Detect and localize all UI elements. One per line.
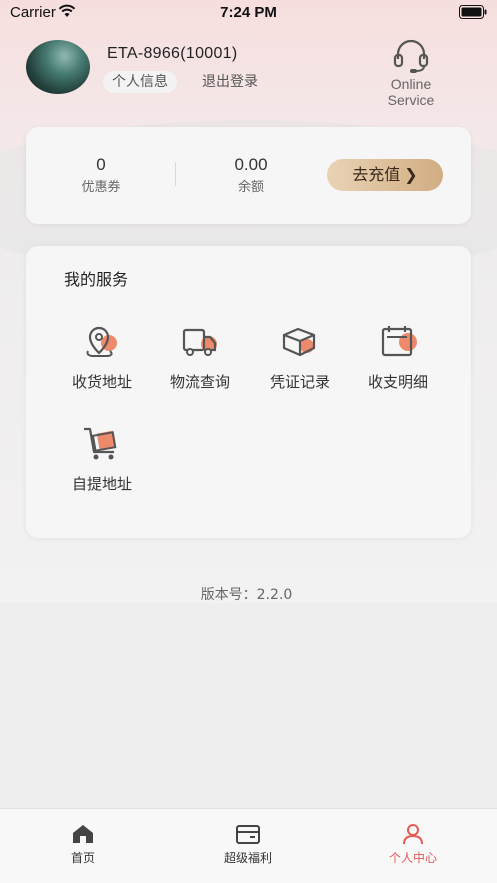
- status-bar: Carrier 7:24 PM: [0, 0, 497, 26]
- service-item-transactions[interactable]: 收支明细: [350, 324, 446, 392]
- tab-label: 个人中心: [388, 851, 437, 865]
- wallet-icon: [236, 825, 260, 844]
- services-title: 我的服务: [64, 270, 129, 289]
- service-item-label: 物流查询: [169, 373, 230, 391]
- tab-label: 超级福利: [223, 851, 272, 865]
- home-icon: [73, 825, 93, 843]
- personal-info-button[interactable]: 个人信息: [103, 71, 177, 93]
- wallet-divider: [175, 162, 176, 186]
- coupon-stat[interactable]: 0 优惠券: [66, 155, 136, 198]
- service-item-label: 收支明细: [367, 373, 428, 391]
- service-item-logistics[interactable]: 物流查询: [152, 324, 248, 392]
- balance-value: 0.00: [234, 155, 268, 174]
- service-item-label: 凭证记录: [269, 373, 330, 391]
- version-label: 版本号：2.2.0: [200, 587, 293, 603]
- tab-label: 首页: [70, 851, 95, 865]
- headset-icon: [393, 39, 429, 73]
- tab-profile[interactable]: 个人中心: [368, 823, 458, 866]
- recharge-button[interactable]: 去充值 ❯: [327, 159, 443, 191]
- box-icon: [282, 327, 316, 357]
- service-label-line1: Online: [390, 76, 432, 92]
- username: ETA-8966(10001): [107, 45, 238, 62]
- battery-icon: [459, 5, 487, 19]
- tab-bar: 首页 超级福利 个人中心: [0, 808, 497, 883]
- service-item-label: 自提地址: [71, 475, 132, 493]
- cart-icon: [84, 427, 117, 460]
- wallet-card: 0 优惠券 0.00 余额 去充值 ❯: [26, 127, 471, 224]
- avatar[interactable]: [26, 40, 90, 94]
- tab-welfare[interactable]: 超级福利: [203, 823, 293, 866]
- logout-button[interactable]: 退出登录: [202, 71, 258, 93]
- location-icon: [86, 326, 117, 357]
- truck-icon: [182, 328, 217, 356]
- service-item-label: 收货地址: [71, 373, 132, 391]
- service-item-pickup[interactable]: 自提地址: [54, 424, 150, 494]
- balance-label: 余额: [237, 180, 264, 195]
- user-icon: [403, 824, 423, 845]
- recharge-label: 去充值: [352, 165, 401, 184]
- service-label-line2: Service: [387, 92, 435, 108]
- page-background: [0, 603, 497, 808]
- services-card: 我的服务 收货地址 物流查询 凭证记录 收支明细 自提地址: [26, 246, 471, 538]
- coupon-label: 优惠券: [81, 180, 121, 195]
- chevron-right-icon: ❯: [404, 165, 418, 184]
- coupon-value: 0: [96, 155, 106, 174]
- online-service-button[interactable]: Online Service: [375, 38, 447, 108]
- service-item-address[interactable]: 收货地址: [54, 324, 150, 392]
- calendar-icon: [381, 326, 417, 357]
- status-time: 7:24 PM: [220, 4, 277, 21]
- tab-home[interactable]: 首页: [38, 823, 128, 866]
- service-item-voucher[interactable]: 凭证记录: [252, 324, 348, 392]
- balance-stat[interactable]: 0.00 余额: [216, 155, 286, 198]
